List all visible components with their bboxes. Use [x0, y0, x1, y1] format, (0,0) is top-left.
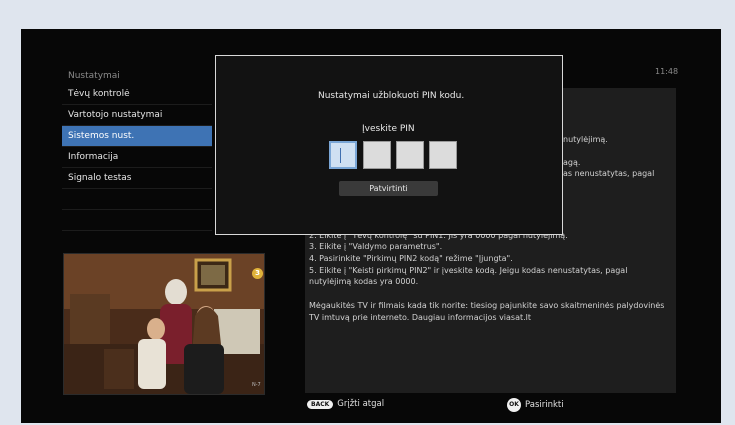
- back-hint[interactable]: BACK Grįžti atgal: [307, 399, 384, 409]
- menu-item-user-settings[interactable]: Vartotojo nustatymai: [62, 105, 212, 126]
- info-fragment: agą.: [563, 158, 581, 167]
- pin-digit-3[interactable]: [396, 141, 424, 169]
- pin-label: Įveskite PIN: [362, 124, 415, 134]
- pin-digit-4[interactable]: [429, 141, 457, 169]
- back-key-icon: BACK: [307, 399, 334, 409]
- info-line: nutylėjimą kodas yra 0000.: [309, 277, 419, 286]
- info-line: Mėgaukitės TV ir filmais kada tik norite…: [309, 301, 665, 310]
- info-fragment: as nenustatytas, pagal: [563, 169, 655, 178]
- ok-hint[interactable]: OK Pasirinkti: [507, 398, 564, 412]
- pin-digit-2[interactable]: [363, 141, 391, 169]
- clock: 11:48: [655, 67, 679, 76]
- menu-item-signal-test[interactable]: Signalo testas: [62, 168, 212, 189]
- info-line: 3. Eikite į "Valdymo parametrus".: [309, 242, 443, 251]
- menu-title: Nustatymai: [68, 71, 120, 81]
- menu-item-system-settings[interactable]: Sistemos nust.: [62, 126, 212, 147]
- tv-preview: 3 N-7: [63, 253, 265, 395]
- pin-dialog: Nustatymai užblokuoti PIN kodu. Įveskite…: [215, 55, 563, 235]
- pin-digit-1[interactable]: [329, 141, 357, 169]
- preview-watermark: N-7: [252, 382, 261, 388]
- back-label: Grįžti atgal: [337, 399, 385, 409]
- menu-item-information[interactable]: Informacija: [62, 147, 212, 168]
- info-line: TV imtuvą prie interneto. Daugiau inform…: [309, 313, 532, 322]
- tv-screen: Nustatymai 11:48 Tėvų kontrolė Vartotojo…: [21, 29, 721, 423]
- dialog-title: Nustatymai užblokuoti PIN kodu.: [318, 91, 465, 101]
- channel-badge: 3: [252, 268, 263, 279]
- info-line: 4. Pasirinkite "Pirkimų PIN2 kodą" režim…: [309, 254, 513, 263]
- info-fragment: nutylėjimą.: [563, 135, 608, 144]
- confirm-button[interactable]: Patvirtinti: [339, 181, 438, 196]
- ok-key-icon: OK: [507, 398, 521, 412]
- settings-menu: Tėvų kontrolė Vartotojo nustatymai Siste…: [62, 84, 212, 231]
- ok-label: Pasirinkti: [525, 400, 564, 410]
- text-cursor: [340, 148, 341, 163]
- menu-item-parental-control[interactable]: Tėvų kontrolė: [62, 84, 212, 105]
- menu-item-empty: [62, 189, 212, 210]
- tv-preview-image: [64, 254, 264, 394]
- menu-item-empty: [62, 210, 212, 231]
- info-line: 5. Eikite į "Keisti pirkimų PIN2" ir įve…: [309, 266, 628, 275]
